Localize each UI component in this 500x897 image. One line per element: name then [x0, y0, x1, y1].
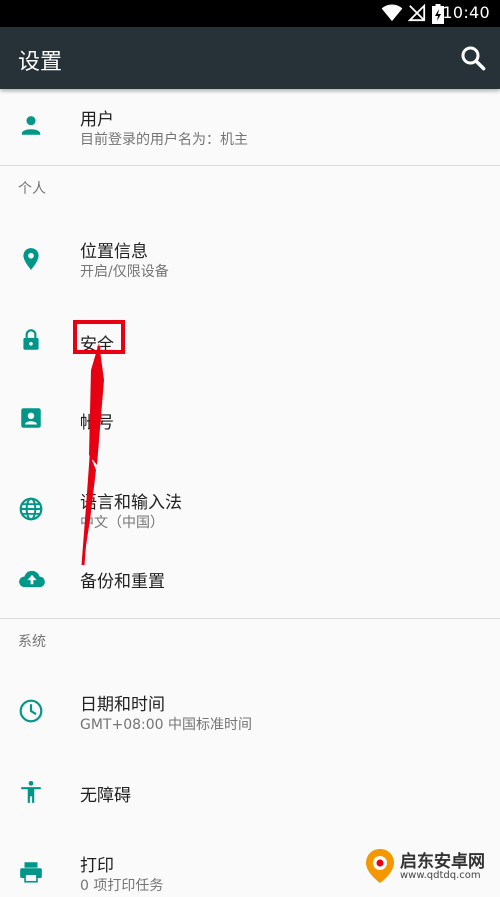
- watermark-name: 启东安卓网: [400, 852, 485, 872]
- watermark: 启东安卓网 www.qdtdq.com: [360, 843, 500, 889]
- watermark-logo-icon: [366, 849, 394, 883]
- annotation-arrow: [81, 343, 104, 566]
- watermark-url: www.qdtdq.com: [400, 870, 481, 881]
